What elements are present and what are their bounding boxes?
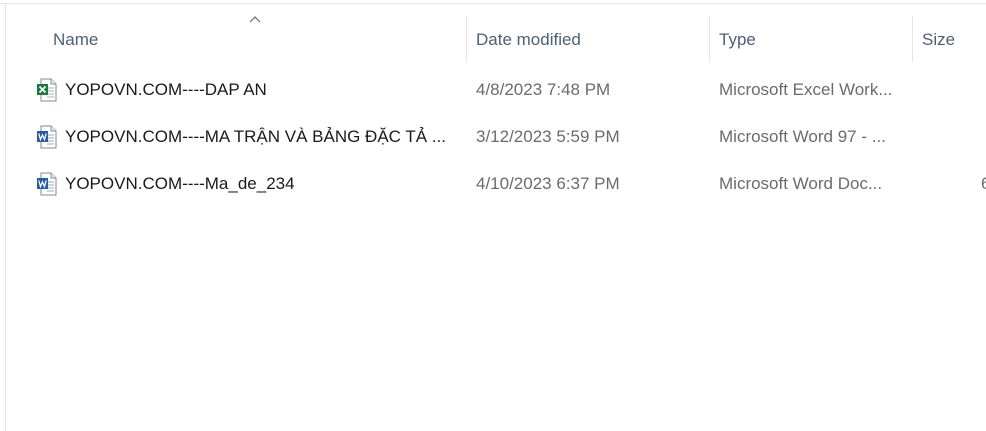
file-row[interactable]: YOPOVN.COM----Ma_de_234 4/10/2023 6:37 P… [30, 162, 986, 206]
word-file-icon [37, 125, 57, 149]
file-name: YOPOVN.COM----MA TRẬN VÀ BẢNG ĐẶC TẢ ... [65, 127, 446, 146]
file-name: YOPOVN.COM----Ma_de_234 [65, 174, 295, 193]
file-date-modified: 4/10/2023 6:37 PM [476, 174, 620, 193]
file-row[interactable]: YOPOVN.COM----MA TRẬN VÀ BẢNG ĐẶC TẢ ...… [30, 115, 986, 159]
excel-file-icon [37, 78, 57, 102]
file-type: Microsoft Word 97 - ... [719, 127, 886, 146]
file-date-modified: 3/12/2023 5:59 PM [476, 127, 620, 146]
column-header-name[interactable]: Name [53, 16, 98, 62]
top-divider [0, 3, 986, 4]
column-header-type[interactable]: Type [719, 16, 756, 62]
file-size [981, 68, 986, 112]
file-type: Microsoft Excel Work... [719, 80, 893, 99]
file-row[interactable]: YOPOVN.COM----DAP AN 4/8/2023 7:48 PM Mi… [30, 68, 986, 112]
column-header-size[interactable]: Size [922, 16, 955, 62]
file-type: Microsoft Word Doc... [719, 174, 883, 193]
column-separator[interactable] [912, 16, 913, 62]
file-name: YOPOVN.COM----DAP AN [65, 80, 267, 99]
column-header-row: Name Date modified Type Size [0, 16, 986, 62]
left-divider [5, 4, 6, 431]
column-header-date-modified[interactable]: Date modified [476, 16, 581, 62]
column-separator[interactable] [709, 16, 710, 62]
word-file-icon [37, 172, 57, 196]
file-explorer-window: Name Date modified Type Size YOPOVN.COM-… [0, 0, 986, 431]
column-separator[interactable] [466, 16, 467, 62]
file-date-modified: 4/8/2023 7:48 PM [476, 80, 611, 99]
file-size: 6 [981, 174, 986, 193]
file-size [981, 115, 986, 159]
